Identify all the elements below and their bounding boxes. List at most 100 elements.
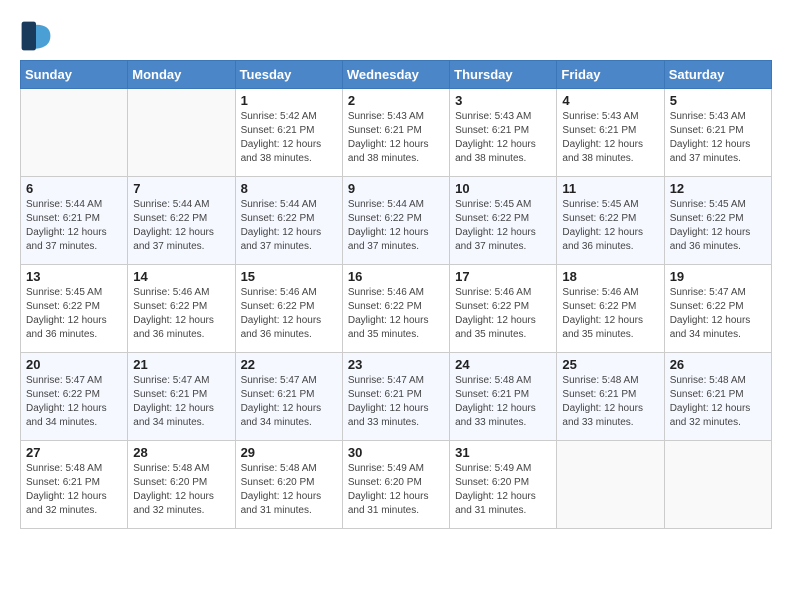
day-cell: 1Sunrise: 5:42 AMSunset: 6:21 PMDaylight… [235, 89, 342, 177]
day-info: Sunrise: 5:43 AMSunset: 6:21 PMDaylight:… [670, 110, 766, 166]
header-monday: Monday [128, 61, 235, 89]
day-cell: 18 Sunrise: 5:46 AMSunset: 6:22 PMDayligh… [557, 265, 664, 353]
day-info: Sunrise: 5:43 AMSunset: 6:21 PMDaylight:… [562, 110, 658, 166]
day-cell: 17 Sunrise: 5:46 AMSunset: 6:22 PMDayligh… [450, 265, 557, 353]
day-number: 20 [26, 357, 122, 372]
day-cell: 9Sunrise: 5:44 AMSunset: 6:22 PMDaylight… [342, 177, 449, 265]
day-cell [664, 441, 771, 529]
week-row-2: 6 Sunrise: 5:44 AMSunset: 6:21 PMDaylight… [21, 177, 772, 265]
calendar-table: SundayMondayTuesdayWednesdayThursdayFrid… [20, 60, 772, 529]
calendar-header-row: SundayMondayTuesdayWednesdayThursdayFrid… [21, 61, 772, 89]
day-info: Sunrise: 5:43 AMSunset: 6:21 PMDaylight:… [348, 110, 444, 166]
day-cell: 13Sunrise: 5:45 AMSunset: 6:22 PMDayligh… [21, 265, 128, 353]
day-info: Sunrise: 5:44 AMSunset: 6:22 PMDaylight:… [348, 198, 444, 254]
day-number: 23 [348, 357, 444, 372]
day-cell [128, 89, 235, 177]
day-info: Sunrise: 5:46 AMSunset: 6:22 PMDaylight:… [455, 286, 551, 342]
day-number: 7 [133, 181, 229, 196]
header-friday: Friday [557, 61, 664, 89]
day-info: Sunrise: 5:46 AMSunset: 6:22 PMDaylight:… [133, 286, 229, 342]
day-info: Sunrise: 5:44 AMSunset: 6:22 PMDaylight:… [241, 198, 337, 254]
day-cell: 29 Sunrise: 5:48 AMSunset: 6:20 PMDayligh… [235, 441, 342, 529]
header-thursday: Thursday [450, 61, 557, 89]
day-info: Sunrise: 5:46 AMSunset: 6:22 PMDaylight:… [562, 286, 658, 342]
day-number: 3 [455, 93, 551, 108]
logo-icon [20, 20, 52, 52]
day-cell: 21 Sunrise: 5:47 AMSunset: 6:21 PMDayligh… [128, 353, 235, 441]
day-number: 6 [26, 181, 122, 196]
day-info: Sunrise: 5:48 AMSunset: 6:20 PMDaylight:… [133, 462, 229, 518]
day-cell: 4 Sunrise: 5:43 AMSunset: 6:21 PMDaylight… [557, 89, 664, 177]
day-number: 24 [455, 357, 551, 372]
header-saturday: Saturday [664, 61, 771, 89]
day-number: 8 [241, 181, 337, 196]
day-number: 18 [562, 269, 658, 284]
day-number: 2 [348, 93, 444, 108]
day-cell: 15 Sunrise: 5:46 AMSunset: 6:22 PMDayligh… [235, 265, 342, 353]
day-cell [557, 441, 664, 529]
day-number: 11 [562, 181, 658, 196]
day-number: 26 [670, 357, 766, 372]
day-info: Sunrise: 5:47 AMSunset: 6:21 PMDaylight:… [348, 374, 444, 430]
day-info: Sunrise: 5:47 AMSunset: 6:22 PMDaylight:… [670, 286, 766, 342]
day-cell: 5Sunrise: 5:43 AMSunset: 6:21 PMDaylight… [664, 89, 771, 177]
day-number: 4 [562, 93, 658, 108]
day-cell [21, 89, 128, 177]
day-cell: 11 Sunrise: 5:45 AMSunset: 6:22 PMDayligh… [557, 177, 664, 265]
logo [20, 20, 52, 52]
day-info: Sunrise: 5:45 AMSunset: 6:22 PMDaylight:… [670, 198, 766, 254]
day-info: Sunrise: 5:48 AMSunset: 6:21 PMDaylight:… [455, 374, 551, 430]
day-info: Sunrise: 5:46 AMSunset: 6:22 PMDaylight:… [348, 286, 444, 342]
day-cell: 30 Sunrise: 5:49 AMSunset: 6:20 PMDayligh… [342, 441, 449, 529]
day-cell: 27Sunrise: 5:48 AMSunset: 6:21 PMDayligh… [21, 441, 128, 529]
day-number: 28 [133, 445, 229, 460]
day-number: 22 [241, 357, 337, 372]
day-cell: 7Sunrise: 5:44 AMSunset: 6:22 PMDaylight… [128, 177, 235, 265]
day-cell: 3 Sunrise: 5:43 AMSunset: 6:21 PMDaylight… [450, 89, 557, 177]
day-cell: 31 Sunrise: 5:49 AMSunset: 6:20 PMDayligh… [450, 441, 557, 529]
day-info: Sunrise: 5:45 AMSunset: 6:22 PMDaylight:… [455, 198, 551, 254]
day-cell: 20 Sunrise: 5:47 AMSunset: 6:22 PMDayligh… [21, 353, 128, 441]
day-number: 19 [670, 269, 766, 284]
day-info: Sunrise: 5:48 AMSunset: 6:20 PMDaylight:… [241, 462, 337, 518]
day-info: Sunrise: 5:47 AMSunset: 6:22 PMDaylight:… [26, 374, 122, 430]
day-cell: 23 Sunrise: 5:47 AMSunset: 6:21 PMDayligh… [342, 353, 449, 441]
day-cell: 26 Sunrise: 5:48 AMSunset: 6:21 PMDayligh… [664, 353, 771, 441]
day-info: Sunrise: 5:47 AMSunset: 6:21 PMDaylight:… [241, 374, 337, 430]
week-row-5: 27Sunrise: 5:48 AMSunset: 6:21 PMDayligh… [21, 441, 772, 529]
day-number: 25 [562, 357, 658, 372]
day-number: 15 [241, 269, 337, 284]
week-row-1: 1Sunrise: 5:42 AMSunset: 6:21 PMDaylight… [21, 89, 772, 177]
header [20, 20, 772, 52]
day-info: Sunrise: 5:45 AMSunset: 6:22 PMDaylight:… [562, 198, 658, 254]
day-cell: 10Sunrise: 5:45 AMSunset: 6:22 PMDayligh… [450, 177, 557, 265]
day-cell: 8 Sunrise: 5:44 AMSunset: 6:22 PMDaylight… [235, 177, 342, 265]
day-cell: 28 Sunrise: 5:48 AMSunset: 6:20 PMDayligh… [128, 441, 235, 529]
header-sunday: Sunday [21, 61, 128, 89]
week-row-4: 20 Sunrise: 5:47 AMSunset: 6:22 PMDayligh… [21, 353, 772, 441]
day-info: Sunrise: 5:43 AMSunset: 6:21 PMDaylight:… [455, 110, 551, 166]
header-tuesday: Tuesday [235, 61, 342, 89]
day-cell: 6 Sunrise: 5:44 AMSunset: 6:21 PMDaylight… [21, 177, 128, 265]
day-info: Sunrise: 5:49 AMSunset: 6:20 PMDaylight:… [455, 462, 551, 518]
day-number: 21 [133, 357, 229, 372]
day-cell: 12 Sunrise: 5:45 AMSunset: 6:22 PMDayligh… [664, 177, 771, 265]
day-info: Sunrise: 5:48 AMSunset: 6:21 PMDaylight:… [670, 374, 766, 430]
day-number: 12 [670, 181, 766, 196]
day-number: 31 [455, 445, 551, 460]
day-cell: 25Sunrise: 5:48 AMSunset: 6:21 PMDayligh… [557, 353, 664, 441]
day-number: 14 [133, 269, 229, 284]
week-row-3: 13Sunrise: 5:45 AMSunset: 6:22 PMDayligh… [21, 265, 772, 353]
day-info: Sunrise: 5:46 AMSunset: 6:22 PMDaylight:… [241, 286, 337, 342]
day-cell: 14 Sunrise: 5:46 AMSunset: 6:22 PMDayligh… [128, 265, 235, 353]
header-wednesday: Wednesday [342, 61, 449, 89]
day-number: 27 [26, 445, 122, 460]
day-cell: 2 Sunrise: 5:43 AMSunset: 6:21 PMDaylight… [342, 89, 449, 177]
day-info: Sunrise: 5:42 AMSunset: 6:21 PMDaylight:… [241, 110, 337, 166]
day-number: 30 [348, 445, 444, 460]
day-number: 17 [455, 269, 551, 284]
day-info: Sunrise: 5:47 AMSunset: 6:21 PMDaylight:… [133, 374, 229, 430]
day-info: Sunrise: 5:49 AMSunset: 6:20 PMDaylight:… [348, 462, 444, 518]
day-number: 29 [241, 445, 337, 460]
day-info: Sunrise: 5:44 AMSunset: 6:21 PMDaylight:… [26, 198, 122, 254]
